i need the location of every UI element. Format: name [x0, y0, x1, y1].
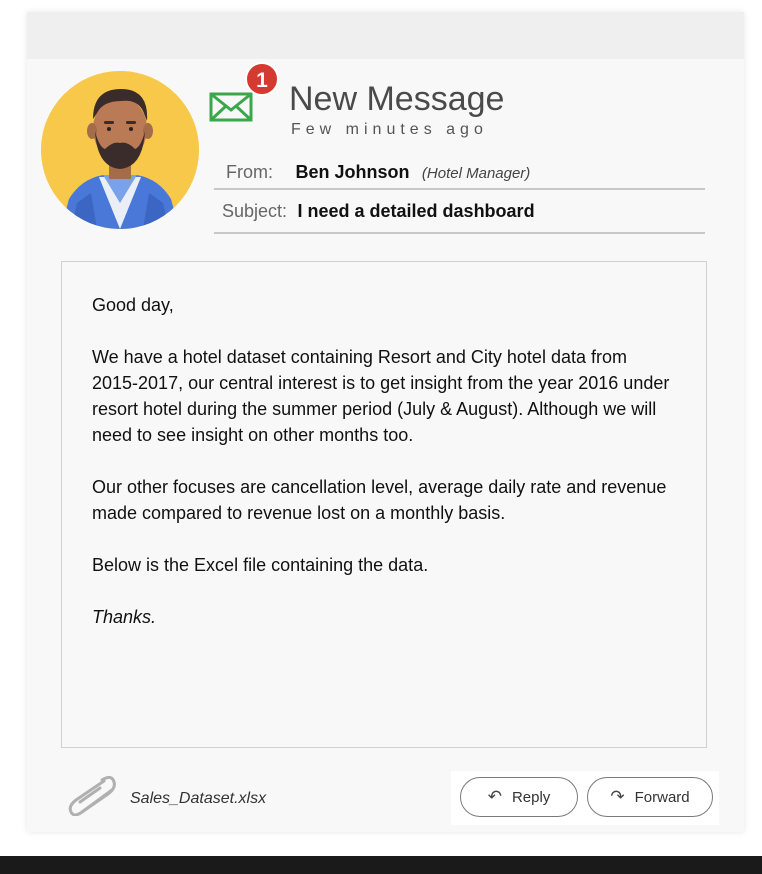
avatar — [41, 71, 199, 229]
card-top-bar — [27, 12, 744, 59]
sender-role: (Hotel Manager) — [421, 165, 531, 182]
body-paragraph-3: Below is the Excel file containing the d… — [92, 555, 429, 575]
subject-label: Subject: — [222, 201, 288, 221]
forward-label: Forward — [634, 788, 690, 806]
subject-field: Subject: I need a detailed dashboard — [214, 201, 705, 234]
message-body: Good day, We have a hotel dataset contai… — [61, 261, 707, 748]
from-label: From: — [226, 162, 273, 182]
signoff: Thanks. — [92, 607, 157, 627]
message-card: 1 New Message Few minutes ago From: Ben … — [27, 12, 744, 832]
from-field: From: Ben Johnson (Hotel Manager) — [214, 162, 705, 190]
reply-arrow-icon: ↶ — [487, 787, 502, 806]
message-actions: ↶ Reply ↷ Forward — [451, 771, 719, 825]
notification-badge: 1 — [245, 62, 279, 96]
subject-text: I need a detailed dashboard — [297, 201, 535, 221]
attachment-filename[interactable]: Sales_Dataset.xlsx — [130, 790, 266, 808]
message-timestamp: Few minutes ago — [291, 121, 488, 138]
greeting: Good day, — [92, 295, 174, 315]
forward-arrow-icon: ↷ — [610, 787, 625, 806]
body-paragraph-2: Our other focuses are cancellation level… — [92, 477, 667, 523]
bottom-bar — [0, 856, 762, 874]
body-paragraph-1: We have a hotel dataset containing Resor… — [92, 347, 670, 445]
reply-label: Reply — [511, 788, 551, 806]
message-title: New Message — [289, 80, 505, 118]
reply-button[interactable]: ↶ Reply — [460, 777, 578, 817]
paperclip-icon — [64, 775, 118, 817]
forward-button[interactable]: ↷ Forward — [587, 777, 713, 817]
sender-name: Ben Johnson — [295, 162, 410, 182]
